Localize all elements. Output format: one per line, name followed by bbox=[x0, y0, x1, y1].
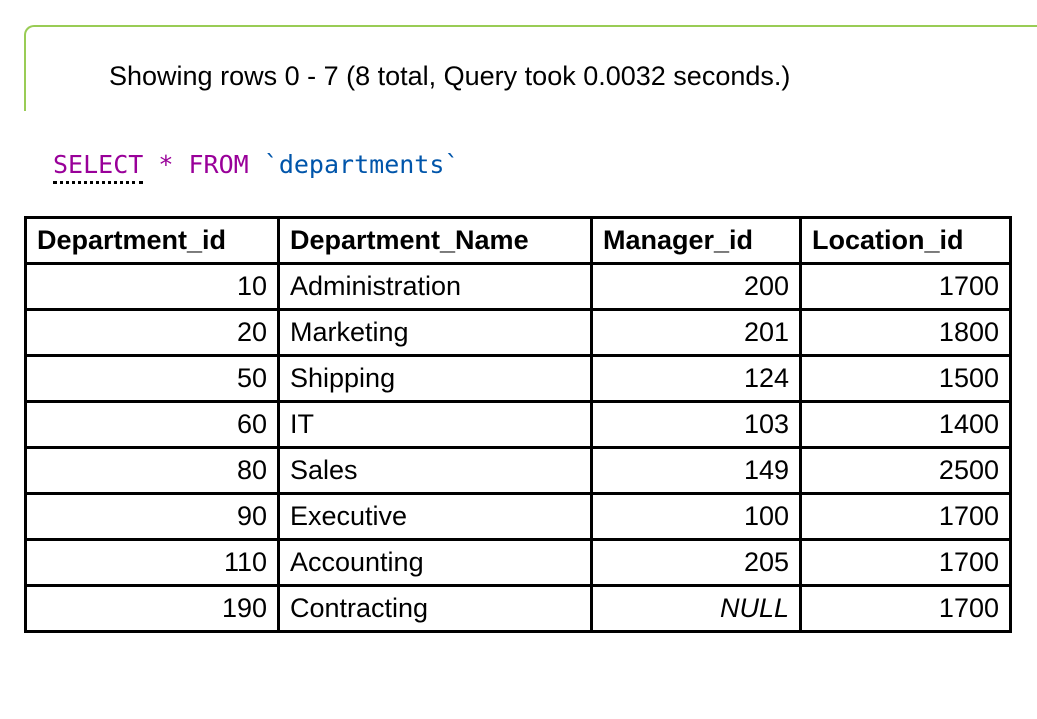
table-row: 110 Accounting 205 1700 bbox=[24, 538, 1012, 587]
cell-department-id: 50 bbox=[24, 354, 280, 403]
table-row: 80 Sales 149 2500 bbox=[24, 446, 1012, 495]
table-row: 20 Marketing 201 1800 bbox=[24, 308, 1012, 357]
cell-department-id: 110 bbox=[24, 538, 280, 587]
cell-location-id: 1800 bbox=[799, 308, 1012, 357]
cell-manager-id: 149 bbox=[590, 446, 802, 495]
results-table: Department_id Department_Name Manager_id… bbox=[24, 216, 1012, 633]
table-row: 190 Contracting NULL 1700 bbox=[24, 584, 1012, 633]
table-row: 50 Shipping 124 1500 bbox=[24, 354, 1012, 403]
sql-table-name: `departments` bbox=[263, 150, 460, 179]
cell-department-name: Contracting bbox=[277, 584, 593, 633]
cell-department-name: Shipping bbox=[277, 354, 593, 403]
table-row: 90 Executive 100 1700 bbox=[24, 492, 1012, 541]
cell-manager-id: 100 bbox=[590, 492, 802, 541]
cell-department-name: Executive bbox=[277, 492, 593, 541]
sql-select-keyword-link[interactable]: SELECT bbox=[53, 150, 144, 184]
cell-department-name: Administration bbox=[277, 262, 593, 311]
sql-from-keyword: FROM bbox=[188, 150, 249, 179]
cell-location-id: 1700 bbox=[799, 262, 1012, 311]
table-row: 60 IT 103 1400 bbox=[24, 400, 1012, 449]
cell-location-id: 1500 bbox=[799, 354, 1012, 403]
cell-department-name: Marketing bbox=[277, 308, 593, 357]
sql-star: * bbox=[158, 150, 174, 179]
cell-department-name: IT bbox=[277, 400, 593, 449]
cell-department-name: Accounting bbox=[277, 538, 593, 587]
cell-location-id: 2500 bbox=[799, 446, 1012, 495]
cell-manager-id: 205 bbox=[590, 538, 802, 587]
cell-location-id: 1700 bbox=[799, 538, 1012, 587]
table-header-row: Department_id Department_Name Manager_id… bbox=[24, 216, 1012, 265]
cell-department-id: 80 bbox=[24, 446, 280, 495]
column-header-department-name[interactable]: Department_Name bbox=[277, 216, 593, 265]
cell-manager-id-null: NULL bbox=[590, 584, 802, 633]
cell-location-id: 1700 bbox=[799, 584, 1012, 633]
cell-location-id: 1400 bbox=[799, 400, 1012, 449]
result-message: Showing rows 0 - 7 (8 total, Query took … bbox=[109, 61, 791, 91]
cell-manager-id: 201 bbox=[590, 308, 802, 357]
cell-department-name: Sales bbox=[277, 446, 593, 495]
column-header-manager-id[interactable]: Manager_id bbox=[590, 216, 802, 265]
cell-department-id: 190 bbox=[24, 584, 280, 633]
cell-department-id: 60 bbox=[24, 400, 280, 449]
sql-query: SELECT * FROM `departments` bbox=[53, 148, 460, 184]
cell-department-id: 20 bbox=[24, 308, 280, 357]
cell-manager-id: 200 bbox=[590, 262, 802, 311]
table-row: 10 Administration 200 1700 bbox=[24, 262, 1012, 311]
cell-manager-id: 103 bbox=[590, 400, 802, 449]
column-header-location-id[interactable]: Location_id bbox=[799, 216, 1012, 265]
cell-department-id: 90 bbox=[24, 492, 280, 541]
cell-location-id: 1700 bbox=[799, 492, 1012, 541]
column-header-department-id[interactable]: Department_id bbox=[24, 216, 280, 265]
cell-manager-id: 124 bbox=[590, 354, 802, 403]
cell-department-id: 10 bbox=[24, 262, 280, 311]
